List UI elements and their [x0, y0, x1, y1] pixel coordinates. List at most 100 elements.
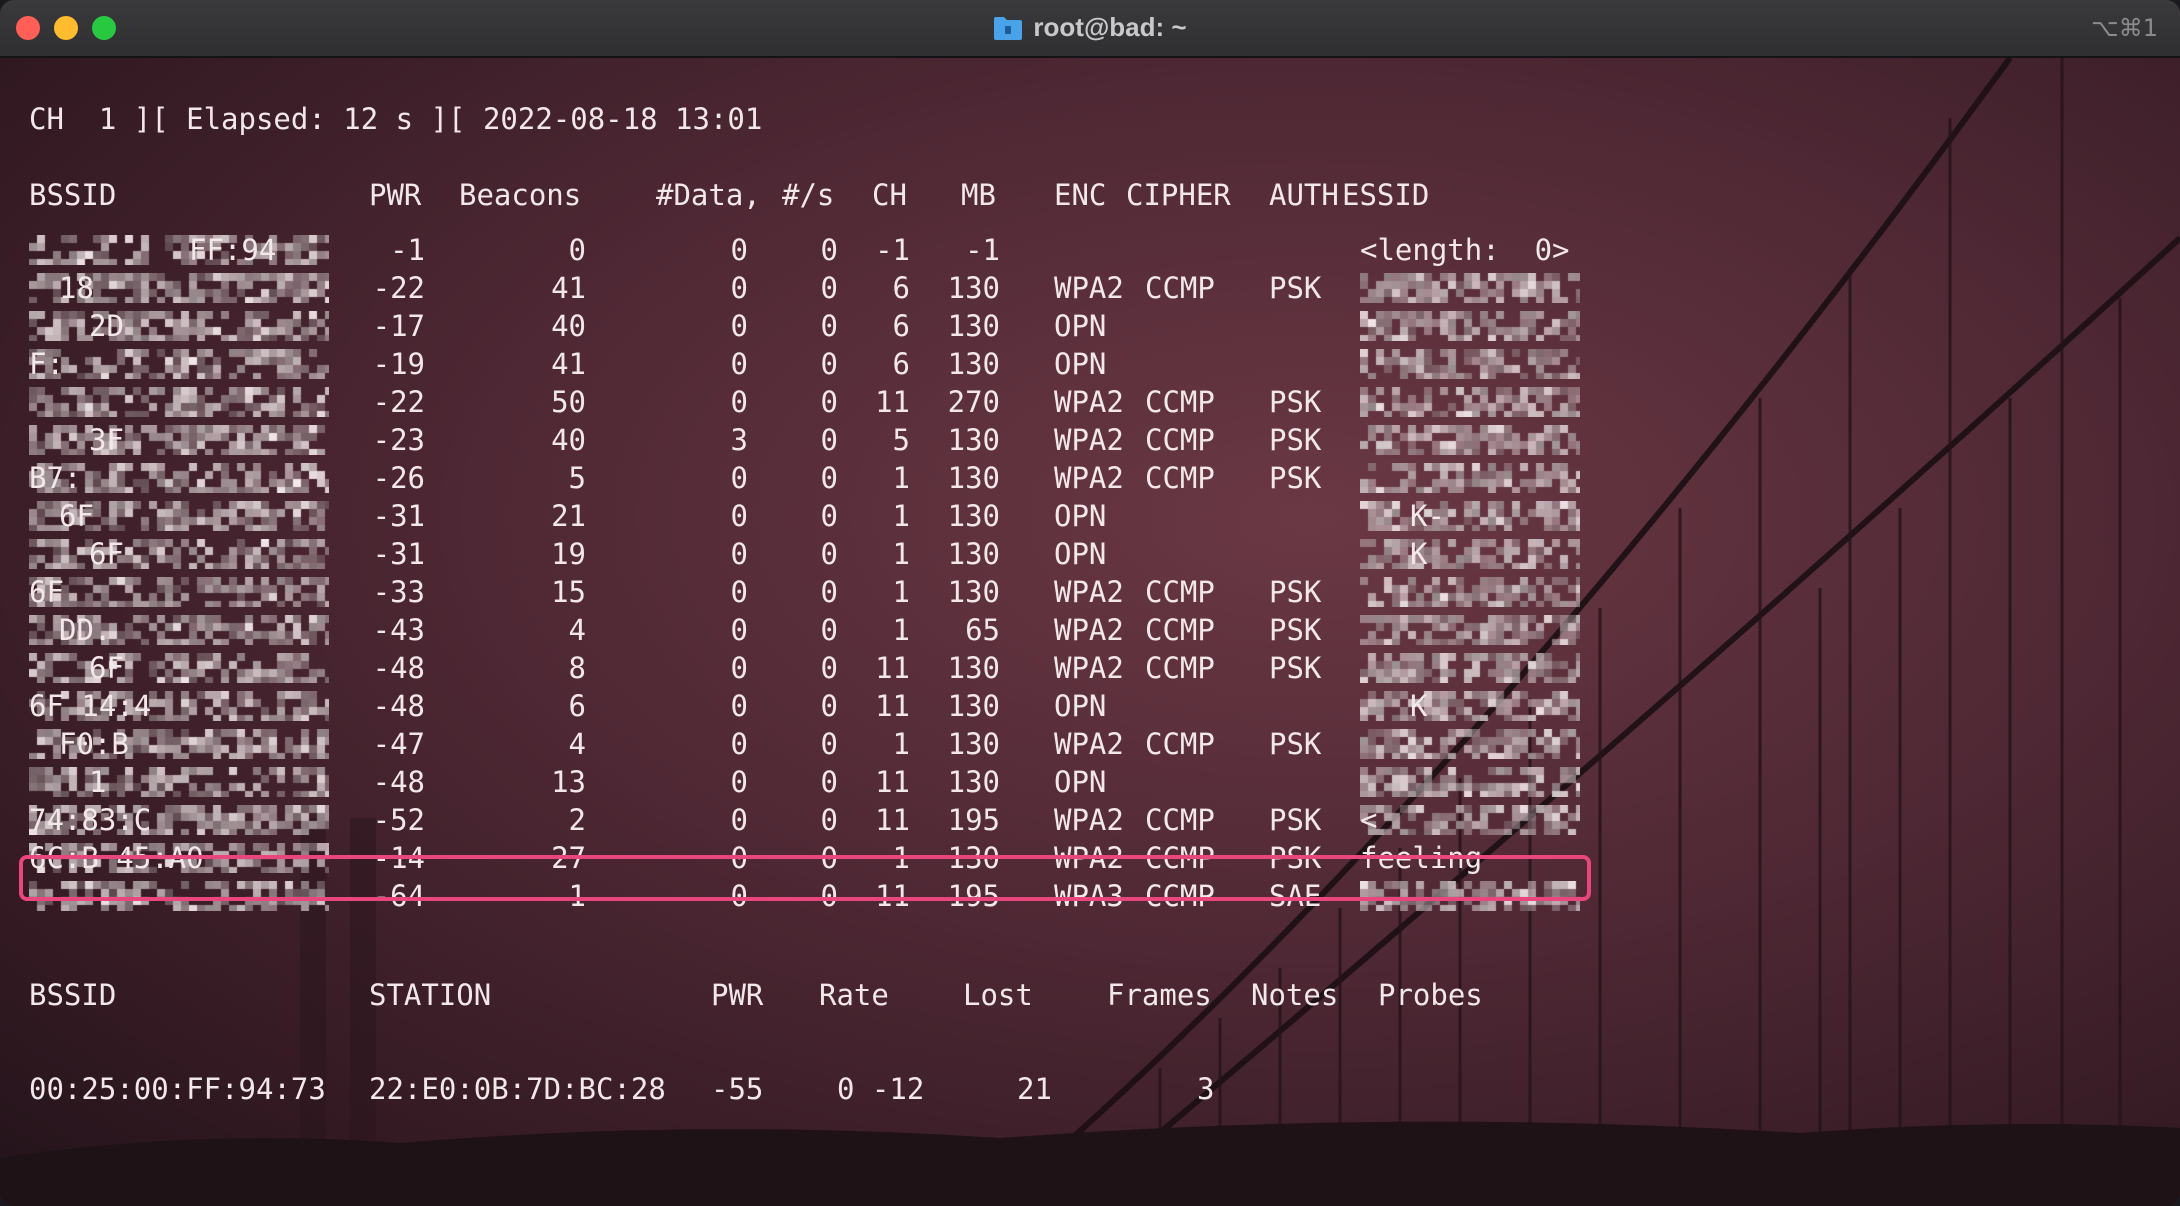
ap-beacons: 2 [568, 803, 586, 837]
ap-channel: 1 [892, 727, 910, 761]
ap-mb: 130 [947, 689, 1000, 723]
redacted-block [1360, 729, 1580, 759]
ap-essid: K [1410, 689, 1428, 723]
ap-data: 0 [730, 499, 748, 533]
ap-pwr: -22 [372, 385, 425, 419]
ap-rate: 0 [820, 423, 838, 457]
station-lost: 21 [1017, 1072, 1052, 1106]
station-header-probes: Probes [1378, 978, 1483, 1012]
ap-cipher: CCMP [1145, 423, 1215, 457]
station-header-lost: Lost [963, 978, 1033, 1012]
ap-essid: K- [1410, 499, 1445, 533]
station-frames: 3 [1197, 1072, 1215, 1106]
ap-pwr: -17 [372, 309, 425, 343]
ap-pwr: -48 [372, 651, 425, 685]
ap-bssid: 6F [59, 499, 94, 533]
ap-data: 0 [730, 803, 748, 837]
ap-beacons: 40 [551, 423, 586, 457]
ap-rate: 0 [820, 803, 838, 837]
ap-cipher: CCMP [1145, 803, 1215, 837]
ap-beacons: 6 [568, 689, 586, 723]
ap-channel: 6 [892, 271, 910, 305]
ap-data: 0 [730, 385, 748, 419]
redacted-block [29, 653, 329, 683]
ap-data: 0 [730, 233, 748, 267]
ap-data: 0 [730, 347, 748, 381]
ap-channel: 11 [875, 765, 910, 799]
ap-data: 0 [730, 765, 748, 799]
ap-bssid: 1 [89, 765, 107, 799]
ap-channel: 1 [892, 613, 910, 647]
station-rate: 0 -12 [837, 1072, 925, 1106]
ap-data: 0 [730, 271, 748, 305]
ap-mb: 130 [947, 347, 1000, 381]
ap-pwr: -1 [390, 233, 425, 267]
ap-mb: 130 [947, 765, 1000, 799]
ap-pwr: -19 [372, 347, 425, 381]
ap-auth: PSK [1269, 461, 1322, 495]
ap-rate: 0 [820, 347, 838, 381]
ap-header-bssid: BSSID [29, 178, 117, 212]
ap-rate: 0 [820, 765, 838, 799]
ap-data: 0 [730, 309, 748, 343]
station-bssid: 00:25:00:FF:94:73 [29, 1072, 326, 1106]
ap-cipher: CCMP [1145, 385, 1215, 419]
ap-mb: 130 [947, 461, 1000, 495]
redacted-block [29, 387, 329, 417]
highlight-box [19, 855, 1591, 901]
ap-rate: 0 [820, 499, 838, 533]
ap-rate: 0 [820, 309, 838, 343]
ap-beacons: 50 [551, 385, 586, 419]
ap-beacons: 15 [551, 575, 586, 609]
ap-channel: 6 [892, 347, 910, 381]
ap-header-ch: CH [872, 178, 907, 212]
ap-channel: 1 [892, 461, 910, 495]
ap-header-data: #Data, [656, 178, 761, 212]
ap-mb: -1 [965, 233, 1000, 267]
ap-enc: OPN [1054, 499, 1107, 533]
redacted-block [29, 235, 329, 265]
ap-channel: -1 [875, 233, 910, 267]
station-header-notes: Notes [1251, 978, 1339, 1012]
station-pwr: -55 [711, 1072, 764, 1106]
ap-bssid: F0:B [59, 727, 129, 761]
ap-bssid: F: [29, 347, 64, 381]
ap-auth: PSK [1269, 271, 1322, 305]
ap-channel: 1 [892, 499, 910, 533]
ap-enc: OPN [1054, 689, 1107, 723]
ap-essid: K [1410, 537, 1428, 571]
ap-cipher: CCMP [1145, 271, 1215, 305]
ap-bssid: 6F [89, 537, 124, 571]
ap-essid: < [1360, 803, 1378, 837]
title-bar[interactable]: root@bad: ~ ⌥⌘1 [0, 0, 2180, 58]
ap-auth: PSK [1269, 385, 1322, 419]
ap-beacons: 41 [551, 347, 586, 381]
status-line: CH 1 ][ Elapsed: 12 s ][ 2022-08-18 13:0… [29, 102, 763, 136]
terminal-window: root@bad: ~ ⌥⌘1 CH 1][Elapsed: 12 s][… [0, 0, 2180, 1206]
ap-enc: OPN [1054, 765, 1107, 799]
station-header-station: STATION [369, 978, 492, 1012]
ap-rate: 0 [820, 233, 838, 267]
ap-beacons: 19 [551, 537, 586, 571]
ap-pwr: -22 [372, 271, 425, 305]
ap-bssid: FF:94 [189, 233, 277, 267]
ap-pwr: -52 [372, 803, 425, 837]
ap-data: 0 [730, 689, 748, 723]
ap-mb: 130 [947, 309, 1000, 343]
ap-rate: 0 [820, 461, 838, 495]
redacted-block [29, 577, 329, 607]
ap-auth: PSK [1269, 575, 1322, 609]
ap-rate: 0 [820, 385, 838, 419]
folder-icon [994, 16, 1023, 40]
station-mac: 22:E0:0B:7D:BC:28 [369, 1072, 666, 1106]
redacted-block [1360, 805, 1580, 835]
ap-bssid: 74:83:C [29, 803, 152, 837]
terminal-content[interactable]: CH 1 ][ Elapsed: 12 s ][ 2022-08-18 13:0… [0, 58, 2180, 1206]
redacted-block [29, 349, 329, 379]
station-header-rate: Rate [819, 978, 889, 1012]
ap-beacons: 13 [551, 765, 586, 799]
ap-rate: 0 [820, 727, 838, 761]
ap-pwr: -33 [372, 575, 425, 609]
redacted-block [1360, 577, 1580, 607]
redacted-block [1360, 387, 1580, 417]
